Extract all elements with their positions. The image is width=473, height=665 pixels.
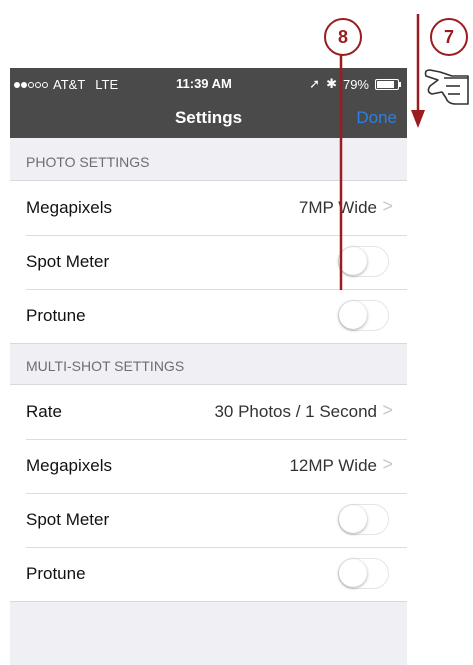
bluetooth-icon: ✱ — [326, 76, 337, 91]
row-label: Spot Meter — [26, 252, 110, 271]
spot-meter-toggle[interactable] — [338, 504, 389, 535]
navigation-bar: Settings Done — [10, 98, 407, 138]
chevron-right-icon: > — [382, 400, 393, 420]
swipe-hand-icon — [424, 69, 469, 105]
row-label: Megapixels — [26, 456, 112, 475]
row-value: 30 Photos / 1 Second — [214, 402, 377, 421]
page-title: Settings — [174, 108, 243, 127]
chevron-right-icon: > — [382, 454, 393, 474]
location-icon: ➚ — [309, 76, 321, 91]
network-type: LTE — [95, 77, 119, 92]
battery-icon — [375, 78, 401, 90]
carrier-name: AT&T — [53, 77, 86, 92]
row-label: Rate — [26, 402, 62, 421]
protune-row: Protune — [10, 547, 407, 601]
callout-badge-7: 7 — [430, 18, 468, 56]
megapixels-row[interactable]: Megapixels 12MP Wide > — [10, 439, 407, 493]
spot-meter-row: Spot Meter — [10, 235, 407, 289]
protune-toggle[interactable] — [338, 300, 389, 331]
chevron-right-icon: > — [382, 196, 393, 216]
rate-row[interactable]: Rate 30 Photos / 1 Second > — [10, 385, 407, 439]
spot-meter-row: Spot Meter — [10, 493, 407, 547]
row-value: 7MP Wide — [298, 198, 377, 217]
scroll-arrow-head — [411, 110, 425, 128]
protune-toggle[interactable] — [338, 558, 389, 589]
section-header-photo: PHOTO SETTINGS — [26, 154, 150, 170]
photo-settings-group: Megapixels 7MP Wide > Spot Meter Protune — [10, 180, 407, 344]
row-label: Protune — [26, 306, 86, 325]
done-button[interactable]: Done — [356, 108, 397, 128]
multishot-settings-group: Rate 30 Photos / 1 Second > Megapixels 1… — [10, 384, 407, 602]
status-bar: AT&T LTE 11:39 AM ➚ ✱ 79% — [10, 68, 407, 98]
phone-screen: AT&T LTE 11:39 AM ➚ ✱ 79% Settings Done … — [10, 68, 407, 665]
spot-meter-toggle[interactable] — [338, 246, 389, 277]
row-label: Megapixels — [26, 198, 112, 217]
status-time: 11:39 AM — [176, 76, 232, 91]
row-label: Spot Meter — [26, 510, 110, 529]
megapixels-row[interactable]: Megapixels 7MP Wide > — [10, 181, 407, 235]
battery-percent: 79% — [342, 76, 369, 92]
section-header-multishot: MULTI-SHOT SETTINGS — [26, 358, 185, 374]
row-label: Protune — [26, 564, 86, 583]
protune-row: Protune — [10, 289, 407, 343]
signal-strength: AT&T LTE — [14, 77, 118, 92]
row-value: 12MP Wide — [289, 456, 377, 475]
callout-badge-8: 8 — [324, 18, 362, 56]
